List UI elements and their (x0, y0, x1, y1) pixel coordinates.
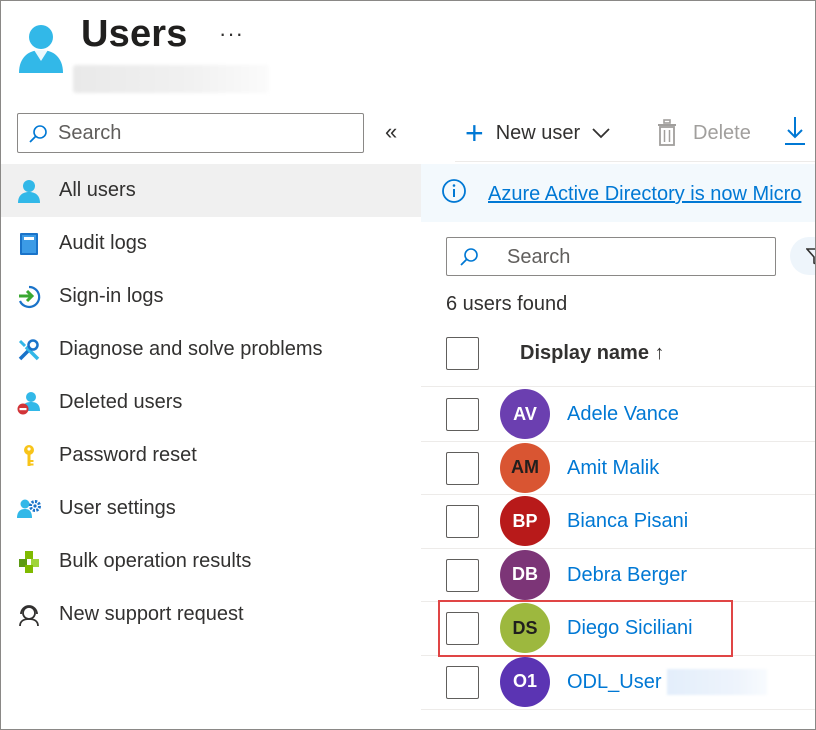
plus-icon: + (465, 115, 484, 151)
sidebar-search-input[interactable]: Search (17, 113, 364, 153)
sidebar-item-label: All users (59, 179, 136, 201)
sidebar-item-label: User settings (59, 497, 176, 519)
user-name-link[interactable]: Amit Malik (567, 457, 659, 480)
avatar: DB (500, 549, 550, 600)
table-header: Display name ↑ (421, 331, 815, 387)
avatar: BP (500, 496, 550, 547)
sidebar-item-new-support-request[interactable]: New support request (1, 588, 421, 641)
sidebar-item-bulk-operations[interactable]: Bulk operation results (1, 535, 421, 588)
sidebar-item-label: Diagnose and solve problems (59, 338, 323, 360)
user-search-placeholder: Search (507, 246, 571, 268)
delete-button[interactable]: Delete (655, 113, 751, 153)
info-banner: Azure Active Directory is now Micro (421, 164, 815, 222)
selection-highlight-box (438, 600, 733, 657)
user-name-link[interactable]: Adele Vance (567, 403, 679, 426)
user-icon (18, 180, 40, 203)
users-blade: Users ··· Search « All users Audit logs (0, 0, 816, 730)
sidebar-item-password-reset[interactable]: Password reset (1, 429, 421, 482)
avatar: AM (500, 442, 550, 493)
cubes-icon (19, 551, 39, 573)
sidebar-item-label: Sign-in logs (59, 285, 164, 307)
redacted-text (667, 668, 767, 695)
delete-label: Delete (693, 121, 751, 144)
user-name-link[interactable]: Debra Berger (567, 564, 687, 587)
sidebar-item-label: Bulk operation results (59, 550, 252, 572)
sign-in-icon (18, 285, 41, 309)
sidebar-item-sign-in-logs[interactable]: Sign-in logs (1, 270, 421, 323)
sidebar-item-label: Deleted users (59, 391, 183, 413)
user-name-link[interactable]: Bianca Pisani (567, 510, 688, 533)
key-icon (24, 445, 34, 466)
row-checkbox[interactable] (446, 505, 479, 539)
sidebar-item-label: New support request (59, 603, 244, 625)
new-user-button[interactable]: + New user (465, 113, 610, 153)
sidebar-item-audit-logs[interactable]: Audit logs (1, 217, 421, 270)
wrench-icon (18, 339, 40, 361)
row-checkbox[interactable] (446, 558, 479, 592)
table-row[interactable]: BP Bianca Pisani (421, 495, 815, 549)
collapse-sidebar-button[interactable]: « (385, 119, 397, 145)
chevron-down-icon (592, 128, 610, 139)
sidebar-item-label: Password reset (59, 444, 197, 466)
redacted-subtitle (73, 65, 269, 93)
page-title: Users (81, 13, 188, 55)
users-table: AV Adele Vance AM Amit Malik BP Bianca P… (421, 388, 815, 710)
filter-icon (806, 248, 815, 265)
toolbar-divider (455, 161, 815, 162)
info-icon (442, 179, 466, 203)
row-checkbox[interactable] (446, 665, 479, 699)
table-row[interactable]: O1 ODL_User (421, 656, 815, 710)
sidebar-item-user-settings[interactable]: User settings (1, 482, 421, 535)
avatar: O1 (500, 656, 550, 707)
sidebar-search-placeholder: Search (58, 122, 122, 144)
deleted-user-icon (17, 392, 40, 415)
sidebar-item-deleted-users[interactable]: Deleted users (1, 376, 421, 429)
trash-icon (658, 119, 676, 146)
search-icon (460, 248, 478, 266)
display-name-column-header[interactable]: Display name ↑ (520, 342, 665, 365)
table-row[interactable]: DB Debra Berger (421, 549, 815, 603)
select-all-checkbox[interactable] (446, 337, 479, 370)
sidebar-nav: All users Audit logs Sign-in logs Diagno… (1, 164, 421, 641)
add-filter-button[interactable] (790, 237, 815, 275)
banner-link[interactable]: Azure Active Directory is now Micro (488, 183, 801, 206)
user-name-link[interactable]: ODL_User (567, 671, 661, 694)
sidebar-item-all-users[interactable]: All users (1, 164, 421, 217)
sidebar-item-label: Audit logs (59, 232, 147, 254)
book-icon (20, 233, 38, 255)
new-user-label: New user (495, 121, 581, 144)
sidebar-item-diagnose[interactable]: Diagnose and solve problems (1, 323, 421, 376)
row-checkbox[interactable] (446, 398, 479, 431)
table-row[interactable]: AM Amit Malik (421, 442, 815, 496)
avatar: AV (500, 389, 550, 439)
search-icon (29, 125, 47, 143)
table-row[interactable]: AV Adele Vance (421, 388, 815, 442)
more-options-button[interactable]: ··· (219, 21, 244, 47)
support-icon (19, 605, 39, 627)
user-settings-icon (17, 499, 41, 518)
users-count: 6 users found (446, 293, 568, 315)
download-icon[interactable] (783, 113, 807, 149)
row-checkbox[interactable] (446, 451, 479, 485)
user-search-input[interactable]: Search (446, 237, 776, 276)
user-icon (19, 25, 63, 73)
